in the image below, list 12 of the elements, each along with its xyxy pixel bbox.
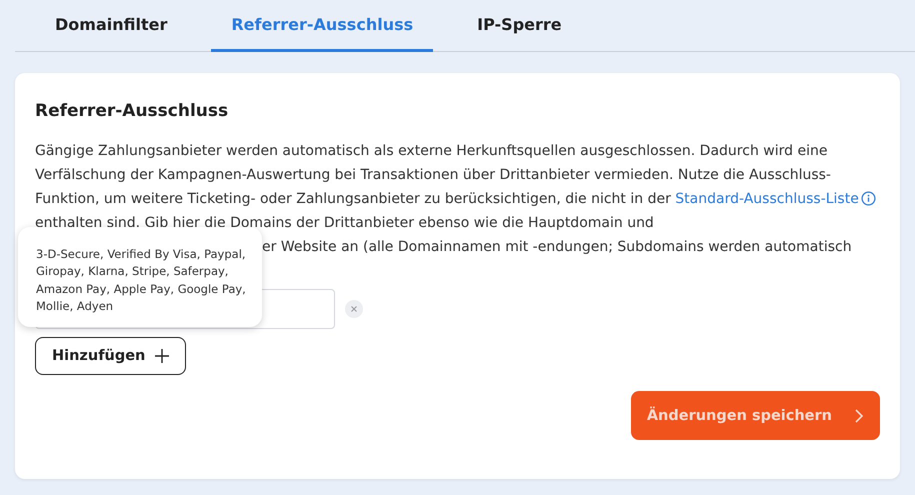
info-icon[interactable]	[860, 191, 876, 206]
tab[interactable]: Domainfilter	[35, 0, 188, 52]
tab[interactable]: IP-Sperre	[457, 0, 582, 52]
description-text: er Website an (alle Domainnamen mit -endungen; Subdomains werden automatisch	[262, 238, 853, 257]
tooltip: 3-D-Secure, Verified By Visa, Paypal, Giropay, Klarna, Stripe, Saferpay, Amazon Pay, Apple Pay, Google Pay, Mollie, Adyen	[18, 227, 262, 327]
clear-icon[interactable]	[345, 300, 363, 318]
section-title: Referrer-Ausschluss	[35, 101, 230, 121]
add-button[interactable]: Hinzufügen	[35, 337, 186, 375]
plus-icon	[155, 349, 170, 363]
exclusion-list-link[interactable]: Standard-Ausschluss-Liste	[675, 191, 880, 207]
chevron-right-icon	[854, 408, 864, 422]
tab[interactable]: Referrer-Ausschluss	[211, 0, 434, 52]
